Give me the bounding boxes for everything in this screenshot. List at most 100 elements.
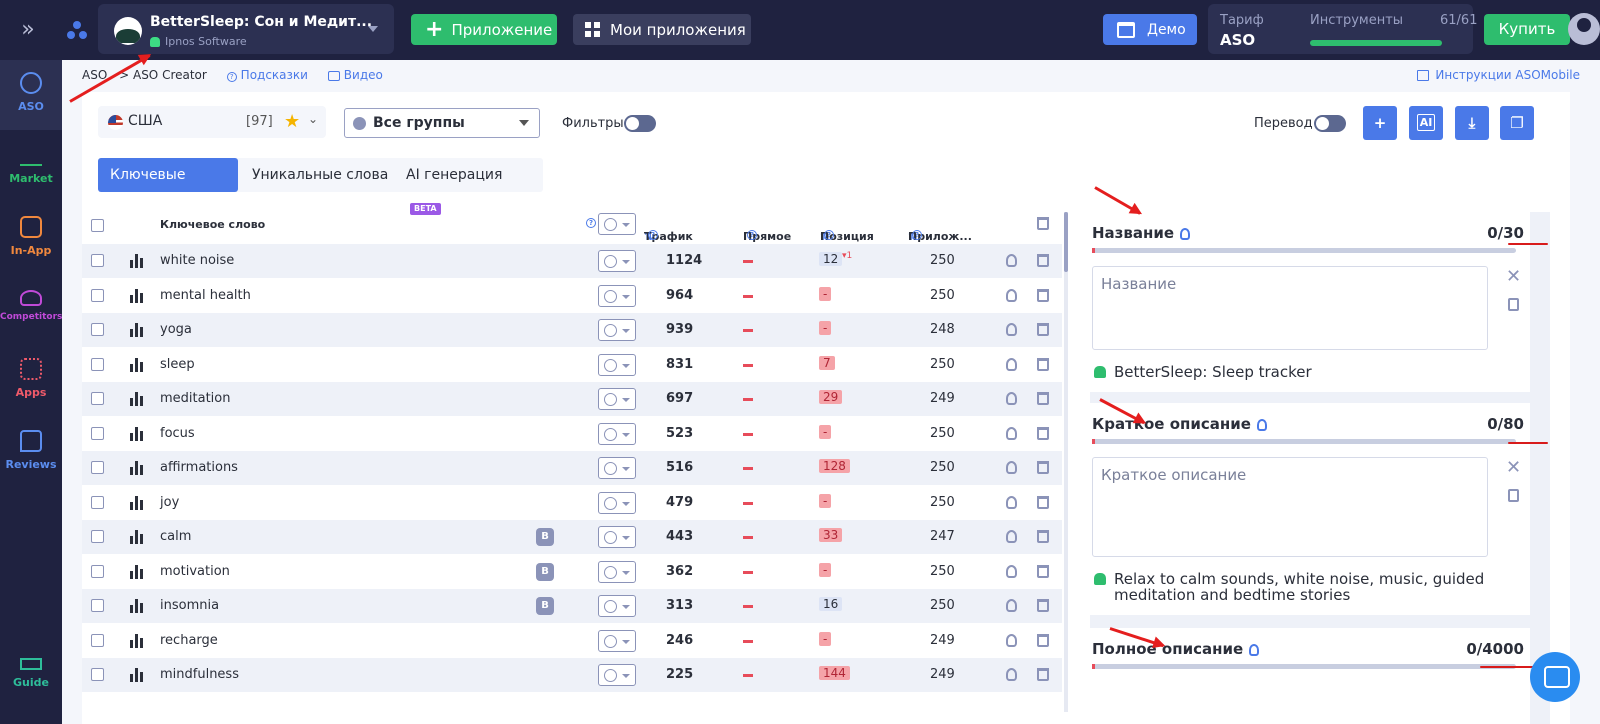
row-checkbox[interactable] bbox=[91, 288, 104, 302]
bar-chart-icon[interactable] bbox=[130, 564, 144, 579]
trash-icon[interactable] bbox=[1037, 392, 1049, 405]
title-input[interactable]: Название bbox=[1092, 266, 1488, 350]
country-selector[interactable]: США [97] ★ ⌄ bbox=[98, 106, 326, 138]
hints-link[interactable]: ? Подсказки bbox=[226, 68, 308, 82]
add-app-button[interactable]: + Приложение bbox=[411, 14, 557, 45]
close-icon[interactable]: ✕ bbox=[1506, 266, 1521, 287]
bar-chart-icon[interactable] bbox=[130, 357, 144, 372]
lightbulb-icon[interactable] bbox=[1180, 227, 1191, 240]
group-select[interactable] bbox=[598, 595, 636, 617]
bar-chart-icon[interactable] bbox=[130, 633, 144, 648]
tab-unique-words[interactable]: Уникальные слова bbox=[240, 158, 400, 192]
row-checkbox[interactable] bbox=[91, 357, 104, 371]
short-description-input[interactable]: Краткое описание bbox=[1092, 457, 1488, 557]
my-apps-button[interactable]: Мои приложения bbox=[573, 14, 751, 45]
group-select[interactable] bbox=[598, 457, 636, 479]
lightbulb-icon[interactable] bbox=[1006, 288, 1017, 302]
download-button[interactable]: ⤓ bbox=[1455, 106, 1489, 140]
lightbulb-icon[interactable] bbox=[1006, 530, 1017, 543]
lightbulb-icon[interactable] bbox=[1006, 323, 1017, 336]
close-icon[interactable]: ✕ bbox=[1506, 457, 1521, 478]
trash-icon[interactable] bbox=[1037, 426, 1049, 440]
table-row[interactable]: calm B 443 33 247 bbox=[82, 520, 1062, 554]
group-select[interactable] bbox=[598, 629, 636, 652]
bar-chart-icon[interactable] bbox=[130, 254, 144, 268]
ai-button[interactable]: AI bbox=[1409, 106, 1443, 140]
bar-chart-icon[interactable] bbox=[130, 392, 144, 406]
bar-chart-icon[interactable] bbox=[130, 323, 144, 337]
table-row[interactable]: recharge 246 - 249 bbox=[82, 624, 1062, 658]
copy-button[interactable]: ❐ bbox=[1500, 106, 1534, 140]
group-select[interactable] bbox=[598, 250, 636, 272]
group-select[interactable] bbox=[598, 491, 636, 514]
instructions-link[interactable]: Инструкции ASOMobile bbox=[1417, 68, 1580, 82]
group-select[interactable] bbox=[598, 353, 636, 376]
group-select[interactable] bbox=[598, 284, 636, 307]
trash-icon[interactable] bbox=[1037, 217, 1049, 230]
trash-icon[interactable] bbox=[1037, 530, 1049, 543]
row-checkbox[interactable] bbox=[91, 599, 104, 612]
row-checkbox[interactable] bbox=[91, 461, 104, 474]
lightbulb-icon[interactable] bbox=[1006, 461, 1017, 474]
translate-toggle[interactable] bbox=[1314, 115, 1346, 132]
table-row[interactable]: focus 523 - 250 bbox=[82, 417, 1062, 451]
video-link[interactable]: Видео bbox=[327, 68, 383, 82]
help-icon[interactable]: ? bbox=[586, 218, 596, 228]
table-row[interactable]: mental health 964 - 250 bbox=[82, 279, 1062, 313]
trash-icon[interactable] bbox=[1037, 323, 1049, 336]
trash-icon[interactable] bbox=[1037, 633, 1049, 647]
trash-icon[interactable] bbox=[1037, 357, 1049, 371]
table-row[interactable]: affirmations 516 128 250 bbox=[82, 451, 1062, 485]
app-selector[interactable]: BetterSleep: Сон и Медит... Ipnos Softwa… bbox=[98, 4, 394, 54]
table-row[interactable]: meditation 697 29 249 bbox=[82, 382, 1062, 416]
groups-select[interactable]: Все группы bbox=[344, 108, 540, 138]
buy-button[interactable]: Купить bbox=[1484, 14, 1570, 45]
bar-chart-icon[interactable] bbox=[130, 495, 144, 510]
sidebar-item-competitors[interactable]: Competitors bbox=[0, 290, 62, 322]
row-checkbox[interactable] bbox=[91, 323, 104, 336]
add-keyword-button[interactable]: + bbox=[1363, 106, 1397, 140]
select-all-checkbox[interactable] bbox=[91, 219, 104, 232]
lightbulb-icon[interactable] bbox=[1006, 392, 1017, 405]
sidebar-item-aso[interactable]: ASO bbox=[0, 60, 62, 130]
group-select[interactable] bbox=[598, 422, 636, 445]
table-scrollbar[interactable] bbox=[1064, 212, 1068, 712]
lightbulb-icon[interactable] bbox=[1249, 643, 1260, 656]
table-row[interactable]: yoga 939 - 248 bbox=[82, 313, 1062, 347]
lightbulb-icon[interactable] bbox=[1006, 564, 1017, 578]
trash-icon[interactable] bbox=[1037, 495, 1049, 509]
expand-sidebar-icon[interactable]: » bbox=[14, 18, 42, 42]
lightbulb-icon[interactable] bbox=[1006, 633, 1017, 647]
filters-toggle[interactable] bbox=[624, 115, 656, 132]
trash-icon[interactable] bbox=[1037, 254, 1049, 267]
avatar[interactable] bbox=[1568, 13, 1600, 45]
table-row[interactable]: mindfulness 225 144 249 bbox=[82, 658, 1062, 692]
table-row[interactable]: motivation B 362 - 250 bbox=[82, 555, 1062, 589]
header-keyword[interactable]: Ключевое слово bbox=[160, 218, 265, 231]
tab-ai-generation[interactable]: AI генерацияBETA bbox=[394, 158, 543, 215]
row-checkbox[interactable] bbox=[91, 633, 104, 647]
chat-widget-button[interactable] bbox=[1530, 652, 1580, 702]
bar-chart-icon[interactable] bbox=[130, 288, 144, 303]
lightbulb-icon[interactable] bbox=[1006, 426, 1017, 440]
trash-icon[interactable] bbox=[1037, 461, 1049, 474]
sidebar-item-reviews[interactable]: Reviews bbox=[0, 430, 62, 471]
group-select[interactable] bbox=[598, 319, 636, 341]
sidebar-item-in-app[interactable]: In-App bbox=[0, 216, 62, 257]
group-filter-select[interactable] bbox=[598, 213, 636, 235]
table-row[interactable]: insomnia B 313 16 250 bbox=[82, 589, 1062, 623]
trash-icon[interactable] bbox=[1037, 564, 1049, 578]
trash-icon[interactable] bbox=[1037, 288, 1049, 302]
sidebar-item-market[interactable]: Market bbox=[0, 144, 62, 185]
table-row[interactable]: sleep 831 7 250 bbox=[82, 348, 1062, 382]
lightbulb-icon[interactable] bbox=[1006, 254, 1017, 267]
lightbulb-icon[interactable] bbox=[1006, 357, 1017, 371]
table-row[interactable]: white noise 1124 12 ▾1 250 bbox=[82, 244, 1062, 278]
tab-keywords[interactable]: Ключевые слова bbox=[98, 158, 238, 217]
trash-icon[interactable] bbox=[1037, 668, 1049, 681]
bar-chart-icon[interactable] bbox=[130, 668, 144, 682]
lightbulb-icon[interactable] bbox=[1006, 495, 1017, 509]
row-checkbox[interactable] bbox=[91, 495, 104, 509]
lightbulb-icon[interactable] bbox=[1256, 418, 1267, 431]
trash-icon[interactable] bbox=[1037, 599, 1049, 612]
